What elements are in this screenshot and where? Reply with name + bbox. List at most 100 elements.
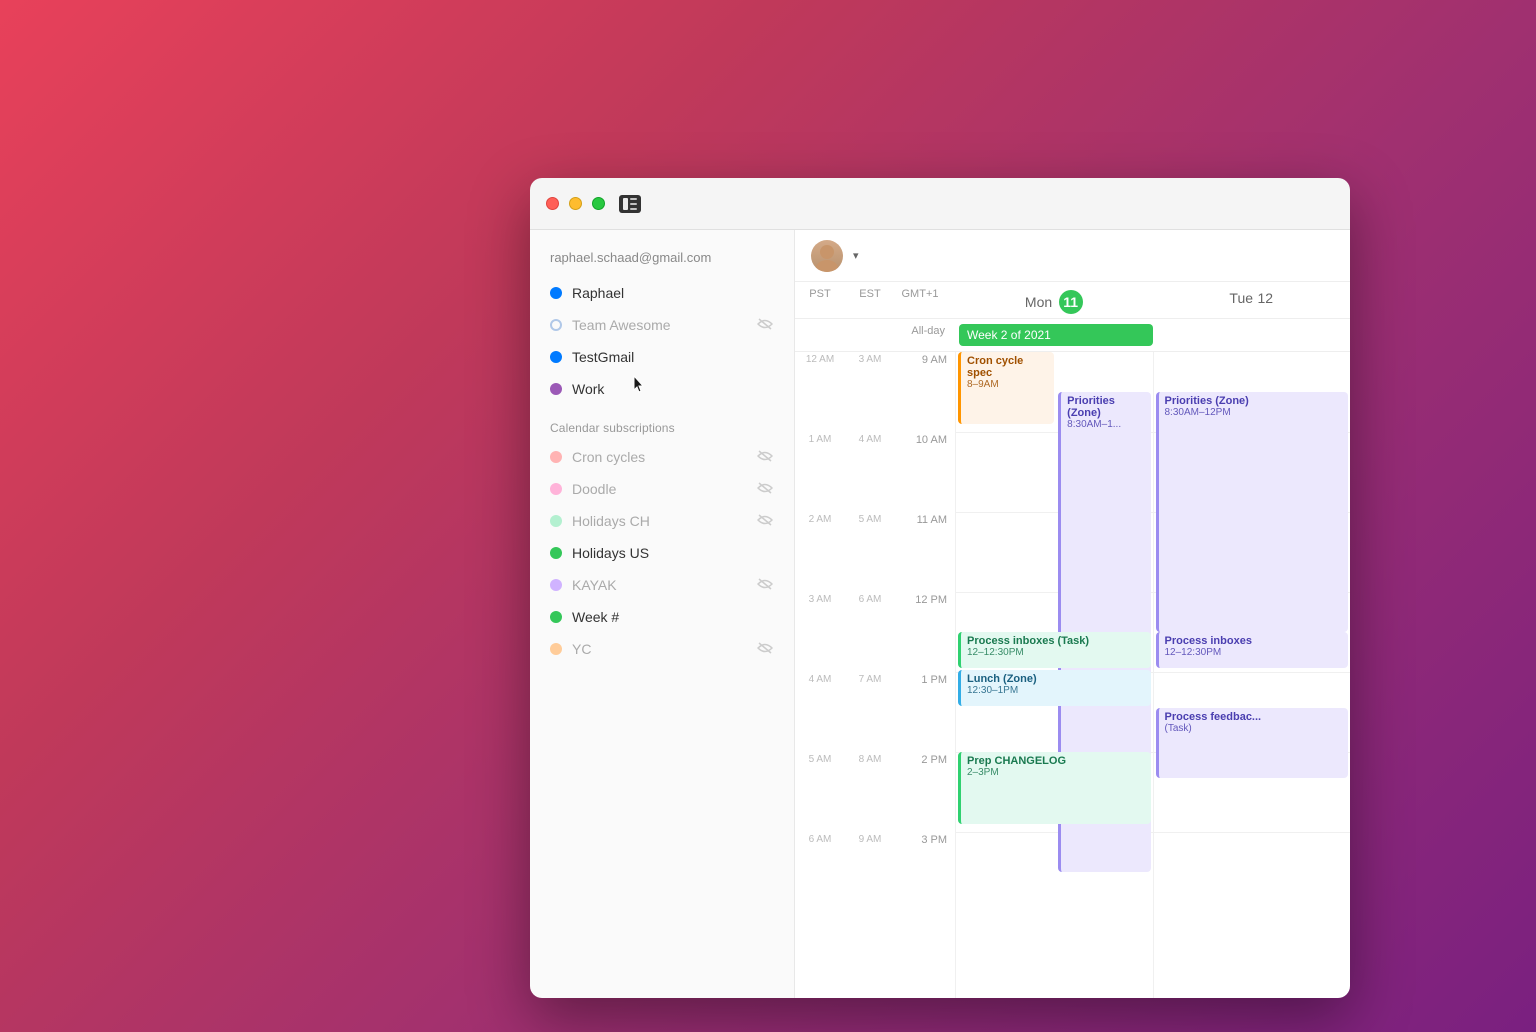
allday-events: Week 2 of 2021 bbox=[955, 319, 1350, 351]
hide-calendar-icon[interactable] bbox=[756, 450, 774, 465]
sidebar: raphael.schaad@gmail.com Raphael Team Aw… bbox=[530, 230, 795, 998]
calendar-color-dot bbox=[550, 383, 562, 395]
calendar-item-team-awesome[interactable]: Team Awesome bbox=[538, 309, 786, 341]
est-time: 3 AM bbox=[845, 352, 895, 365]
calendars-section: Raphael Team Awesome TestGmail bbox=[530, 277, 794, 405]
calendar-item-raphael[interactable]: Raphael bbox=[538, 277, 786, 309]
calendar-name: Doodle bbox=[572, 481, 746, 497]
timezone-header-row: PST EST GMT+1 Mon 11 Tue 12 bbox=[795, 282, 1350, 319]
est-time: 5 AM bbox=[845, 512, 895, 525]
calendar-color-dot bbox=[550, 547, 562, 559]
event-time: 8–9AM bbox=[967, 379, 1048, 390]
calendar-item-doodle[interactable]: Doodle bbox=[538, 473, 786, 505]
pst-time: 5 AM bbox=[795, 752, 845, 765]
day-column-mon[interactable]: Cron cycle spec 8–9AM Priorities (Zone) … bbox=[955, 352, 1153, 998]
time-labels: 12 AM 3 AM 9 AM 1 AM 4 AM 10 AM 2 AM 5 A… bbox=[795, 352, 955, 998]
main-time: 10 AM bbox=[895, 432, 955, 446]
time-slot-10am: 1 AM 4 AM 10 AM bbox=[795, 432, 955, 512]
event-process-feedback-tue[interactable]: Process feedbac... (Task) bbox=[1156, 708, 1349, 778]
minimize-button[interactable] bbox=[569, 197, 582, 210]
calendar-color-dot bbox=[550, 515, 562, 527]
day-number-tue: 12 bbox=[1257, 290, 1273, 306]
pst-time: 12 AM bbox=[795, 352, 845, 365]
main-time: 3 PM bbox=[895, 832, 955, 846]
timezone-est: EST bbox=[845, 282, 895, 318]
calendar-area: ▾ PST EST GMT+1 Mon 11 Tue 12 bbox=[795, 230, 1350, 998]
pst-time: 1 AM bbox=[795, 432, 845, 445]
calendar-color-dot bbox=[550, 287, 562, 299]
hide-calendar-icon[interactable] bbox=[756, 642, 774, 657]
allday-label: All-day bbox=[795, 319, 955, 351]
calendar-name-team-awesome: Team Awesome bbox=[572, 317, 746, 333]
calendar-item-cron-cycles[interactable]: Cron cycles bbox=[538, 441, 786, 473]
day-columns: Cron cycle spec 8–9AM Priorities (Zone) … bbox=[955, 352, 1350, 998]
day-header-mon[interactable]: Mon 11 bbox=[955, 282, 1153, 318]
calendar-name: Cron cycles bbox=[572, 449, 746, 465]
calendar-color-dot bbox=[550, 643, 562, 655]
event-title: Priorities (Zone) bbox=[1067, 395, 1144, 419]
main-content: raphael.schaad@gmail.com Raphael Team Aw… bbox=[530, 230, 1350, 998]
maximize-button[interactable] bbox=[592, 197, 605, 210]
account-dropdown-icon[interactable]: ▾ bbox=[853, 249, 859, 262]
calendar-name-work: Work bbox=[572, 381, 774, 397]
allday-event-week2[interactable]: Week 2 of 2021 bbox=[959, 324, 1153, 346]
avatar[interactable] bbox=[811, 240, 843, 272]
calendar-item-testgmail[interactable]: TestGmail bbox=[538, 341, 786, 373]
day-column-tue[interactable]: Priorities (Zone) 8:30AM–12PM Process in… bbox=[1153, 352, 1351, 998]
event-title: Lunch (Zone) bbox=[967, 673, 1145, 685]
event-process-inboxes-mon[interactable]: Process inboxes (Task) 12–12:30PM bbox=[958, 632, 1151, 668]
calendar-name: Week # bbox=[572, 609, 774, 625]
calendar-item-yc[interactable]: YC bbox=[538, 633, 786, 665]
calendar-item-kayak[interactable]: KAYAK bbox=[538, 569, 786, 601]
event-cron-cycle-spec[interactable]: Cron cycle spec 8–9AM bbox=[958, 352, 1054, 424]
event-process-inboxes-tue[interactable]: Process inboxes 12–12:30PM bbox=[1156, 632, 1349, 668]
timezone-pst: PST bbox=[795, 282, 845, 318]
event-prep-changelog[interactable]: Prep CHANGELOG 2–3PM bbox=[958, 752, 1151, 824]
close-button[interactable] bbox=[546, 197, 559, 210]
event-title: Process inboxes (Task) bbox=[967, 635, 1145, 647]
hide-calendar-icon[interactable] bbox=[756, 578, 774, 593]
time-slot-1pm: 4 AM 7 AM 1 PM bbox=[795, 672, 955, 752]
app-window: raphael.schaad@gmail.com Raphael Team Aw… bbox=[530, 178, 1350, 998]
time-slot-12pm: 3 AM 6 AM 12 PM bbox=[795, 592, 955, 672]
calendar-name-testgmail: TestGmail bbox=[572, 349, 774, 365]
calendar-item-holidays-ch[interactable]: Holidays CH bbox=[538, 505, 786, 537]
event-time: 12–12:30PM bbox=[967, 647, 1145, 658]
main-time: 11 AM bbox=[895, 512, 955, 526]
event-time: 2–3PM bbox=[967, 767, 1145, 778]
sidebar-toggle-button[interactable] bbox=[619, 195, 641, 213]
event-title: Prep CHANGELOG bbox=[967, 755, 1145, 767]
hide-calendar-icon[interactable] bbox=[756, 482, 774, 497]
calendar-item-week-hash[interactable]: Week # bbox=[538, 601, 786, 633]
calendar-color-dot bbox=[550, 483, 562, 495]
pst-time: 3 AM bbox=[795, 592, 845, 605]
event-priorities-zone-tue[interactable]: Priorities (Zone) 8:30AM–12PM bbox=[1156, 392, 1349, 632]
calendar-item-work[interactable]: Work bbox=[538, 373, 786, 405]
timezone-gmt1: GMT+1 bbox=[895, 282, 945, 318]
subscriptions-section: Cron cycles Doodle Holidays CH bbox=[530, 441, 794, 665]
event-time: 12–12:30PM bbox=[1165, 647, 1343, 658]
day-headers: Mon 11 Tue 12 bbox=[955, 282, 1350, 318]
day-header-tue[interactable]: Tue 12 bbox=[1153, 282, 1351, 318]
avatar-image bbox=[811, 240, 843, 272]
event-title: Cron cycle spec bbox=[967, 355, 1048, 379]
subscriptions-header: Calendar subscriptions bbox=[530, 405, 794, 441]
day-name-tue: Tue bbox=[1229, 290, 1253, 306]
main-time: 12 PM bbox=[895, 592, 955, 606]
time-grid[interactable]: 12 AM 3 AM 9 AM 1 AM 4 AM 10 AM 2 AM 5 A… bbox=[795, 352, 1350, 998]
calendar-color-dot bbox=[550, 351, 562, 363]
main-time: 9 AM bbox=[895, 352, 955, 366]
calendar-name-raphael: Raphael bbox=[572, 285, 774, 301]
hide-calendar-icon[interactable] bbox=[756, 318, 774, 333]
calendar-color-dot bbox=[550, 451, 562, 463]
event-lunch-zone[interactable]: Lunch (Zone) 12:30–1PM bbox=[958, 670, 1151, 706]
time-slot-9am: 12 AM 3 AM 9 AM bbox=[795, 352, 955, 432]
est-time: 9 AM bbox=[845, 832, 895, 845]
hide-calendar-icon[interactable] bbox=[756, 514, 774, 529]
event-title: Priorities (Zone) bbox=[1165, 395, 1343, 407]
pst-time: 4 AM bbox=[795, 672, 845, 685]
calendar-header: ▾ bbox=[795, 230, 1350, 282]
calendar-item-holidays-us[interactable]: Holidays US bbox=[538, 537, 786, 569]
day-name-mon: Mon bbox=[1025, 294, 1052, 310]
day-number-today: 11 bbox=[1059, 290, 1083, 314]
